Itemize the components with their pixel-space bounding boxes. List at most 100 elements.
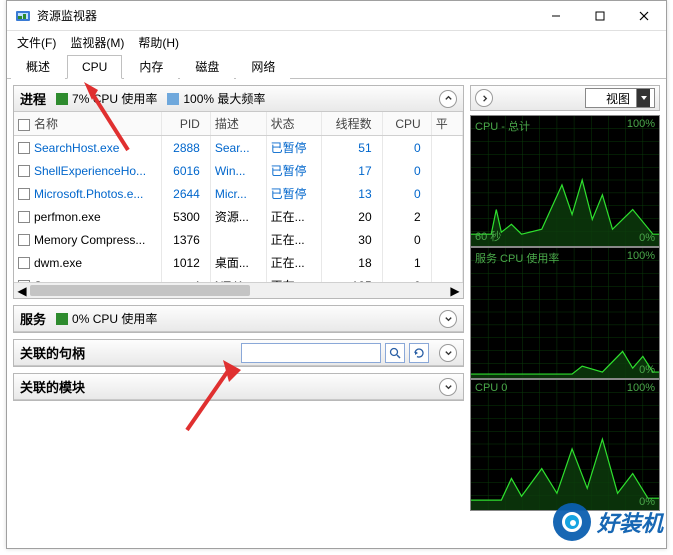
max-freq-stat: 100% 最大频率	[167, 90, 265, 107]
chart: CPU 0100%0%	[470, 379, 660, 511]
cell-desc: 资源...	[210, 205, 266, 228]
cell-pid: 4	[161, 274, 210, 282]
collapse-icon[interactable]	[439, 90, 457, 108]
table-row[interactable]: SearchHost.exe2888Sear...已暂停510	[14, 136, 463, 160]
chart-max: 100%	[627, 118, 655, 130]
chart-min: 0%	[639, 232, 655, 244]
search-button[interactable]	[385, 343, 405, 363]
cell-avg	[431, 182, 462, 205]
scroll-right-icon[interactable]: ▶	[447, 283, 463, 298]
expand-icon[interactable]	[439, 310, 457, 328]
table-row[interactable]: ShellExperienceHo...6016Win...已暂停170	[14, 159, 463, 182]
watermark: 好装机	[553, 503, 663, 541]
menu-monitor[interactable]: 监视器(M)	[66, 32, 128, 53]
col-threads[interactable]: 线程数	[322, 112, 382, 136]
col-desc[interactable]: 描述	[210, 112, 266, 136]
cell-avg	[431, 205, 462, 228]
close-button[interactable]	[622, 1, 666, 31]
table-header-row: 名称 PID 描述 状态 线程数 CPU 平	[14, 112, 463, 136]
col-pid[interactable]: PID	[161, 112, 210, 136]
handles-header[interactable]: 关联的句柄	[14, 340, 463, 366]
tab-network[interactable]: 网络	[236, 53, 290, 79]
handles-panel: 关联的句柄	[13, 339, 464, 367]
table-row[interactable]: dwm.exe1012桌面...正在...181	[14, 251, 463, 274]
chart-max: 100%	[627, 382, 655, 394]
col-status[interactable]: 状态	[266, 112, 322, 136]
row-checkbox[interactable]	[18, 165, 30, 177]
modules-header[interactable]: 关联的模块	[14, 374, 463, 400]
cell-avg	[431, 274, 462, 282]
tab-memory[interactable]: 内存	[124, 53, 178, 79]
cell-cpu: 0	[382, 136, 431, 160]
table-row[interactable]: perfmon.exe5300资源...正在...202	[14, 205, 463, 228]
modules-title: 关联的模块	[20, 377, 85, 396]
cell-threads: 20	[322, 205, 382, 228]
handles-search	[241, 343, 429, 363]
process-name: ShellExperienceHo...	[34, 164, 146, 178]
row-checkbox[interactable]	[18, 188, 30, 200]
tab-bar: 概述 CPU 内存 磁盘 网络	[7, 53, 666, 79]
row-checkbox[interactable]	[18, 257, 30, 269]
collapse-right-icon[interactable]	[475, 89, 493, 107]
cell-avg	[431, 159, 462, 182]
checkbox-all[interactable]	[18, 119, 30, 131]
green-square-icon	[56, 93, 68, 105]
menu-help[interactable]: 帮助(H)	[134, 32, 183, 53]
table-row[interactable]: System4NT K...正在...1250	[14, 274, 463, 282]
table-row[interactable]: Microsoft.Photos.e...2644Micr...已暂停130	[14, 182, 463, 205]
processes-header[interactable]: 进程 7% CPU 使用率 100% 最大频率	[14, 86, 463, 112]
expand-icon[interactable]	[439, 344, 457, 362]
cell-avg	[431, 251, 462, 274]
cell-threads: 51	[322, 136, 382, 160]
chart-title: 服务 CPU 使用率	[475, 250, 559, 266]
row-checkbox[interactable]	[18, 234, 30, 246]
tab-overview[interactable]: 概述	[11, 53, 65, 79]
row-checkbox[interactable]	[18, 142, 30, 154]
maximize-button[interactable]	[578, 1, 622, 31]
menu-file[interactable]: 文件(F)	[13, 32, 60, 53]
col-cpu[interactable]: CPU	[382, 112, 431, 136]
right-pane: 视图 CPU - 总计100%0%60 秒服务 CPU 使用率100%0%CPU…	[468, 79, 666, 548]
table-row[interactable]: Memory Compress...1376正在...300	[14, 228, 463, 251]
search-input[interactable]	[241, 343, 381, 363]
cell-cpu: 2	[382, 205, 431, 228]
col-name[interactable]: 名称	[14, 112, 161, 136]
cell-cpu: 0	[382, 274, 431, 282]
cell-threads: 17	[322, 159, 382, 182]
tab-cpu[interactable]: CPU	[67, 55, 122, 79]
cell-desc: NT K...	[210, 274, 266, 282]
process-name: perfmon.exe	[34, 210, 101, 224]
chart-title: CPU - 总计	[475, 118, 530, 134]
minimize-button[interactable]	[534, 1, 578, 31]
cell-status: 已暂停	[266, 182, 322, 205]
window-title: 资源监视器	[37, 7, 534, 24]
col-avg[interactable]: 平	[431, 112, 462, 136]
horizontal-scrollbar[interactable]: ◀ ▶	[14, 282, 463, 298]
process-name: dwm.exe	[34, 256, 82, 270]
dropdown-icon[interactable]	[636, 89, 650, 107]
expand-icon[interactable]	[439, 378, 457, 396]
titlebar: 资源监视器	[7, 1, 666, 31]
services-header[interactable]: 服务 0% CPU 使用率	[14, 306, 463, 332]
chart: CPU - 总计100%0%60 秒	[470, 115, 660, 247]
scroll-left-icon[interactable]: ◀	[14, 283, 30, 298]
refresh-button[interactable]	[409, 343, 429, 363]
cell-pid: 6016	[161, 159, 210, 182]
cell-threads: 30	[322, 228, 382, 251]
app-icon	[15, 8, 31, 24]
chart: 服务 CPU 使用率100%0%	[470, 247, 660, 379]
blue-square-icon	[167, 93, 179, 105]
cell-desc: Micr...	[210, 182, 266, 205]
cell-status: 已暂停	[266, 159, 322, 182]
cell-avg	[431, 136, 462, 160]
scroll-thumb[interactable]	[30, 285, 250, 296]
window-buttons	[534, 1, 666, 31]
tab-disk[interactable]: 磁盘	[180, 53, 234, 79]
cell-status: 正在...	[266, 274, 322, 282]
cell-pid: 2888	[161, 136, 210, 160]
row-checkbox[interactable]	[18, 211, 30, 223]
view-selector[interactable]: 视图	[585, 88, 655, 108]
cell-status: 已暂停	[266, 136, 322, 160]
cell-desc	[210, 228, 266, 251]
cell-status: 正在...	[266, 251, 322, 274]
